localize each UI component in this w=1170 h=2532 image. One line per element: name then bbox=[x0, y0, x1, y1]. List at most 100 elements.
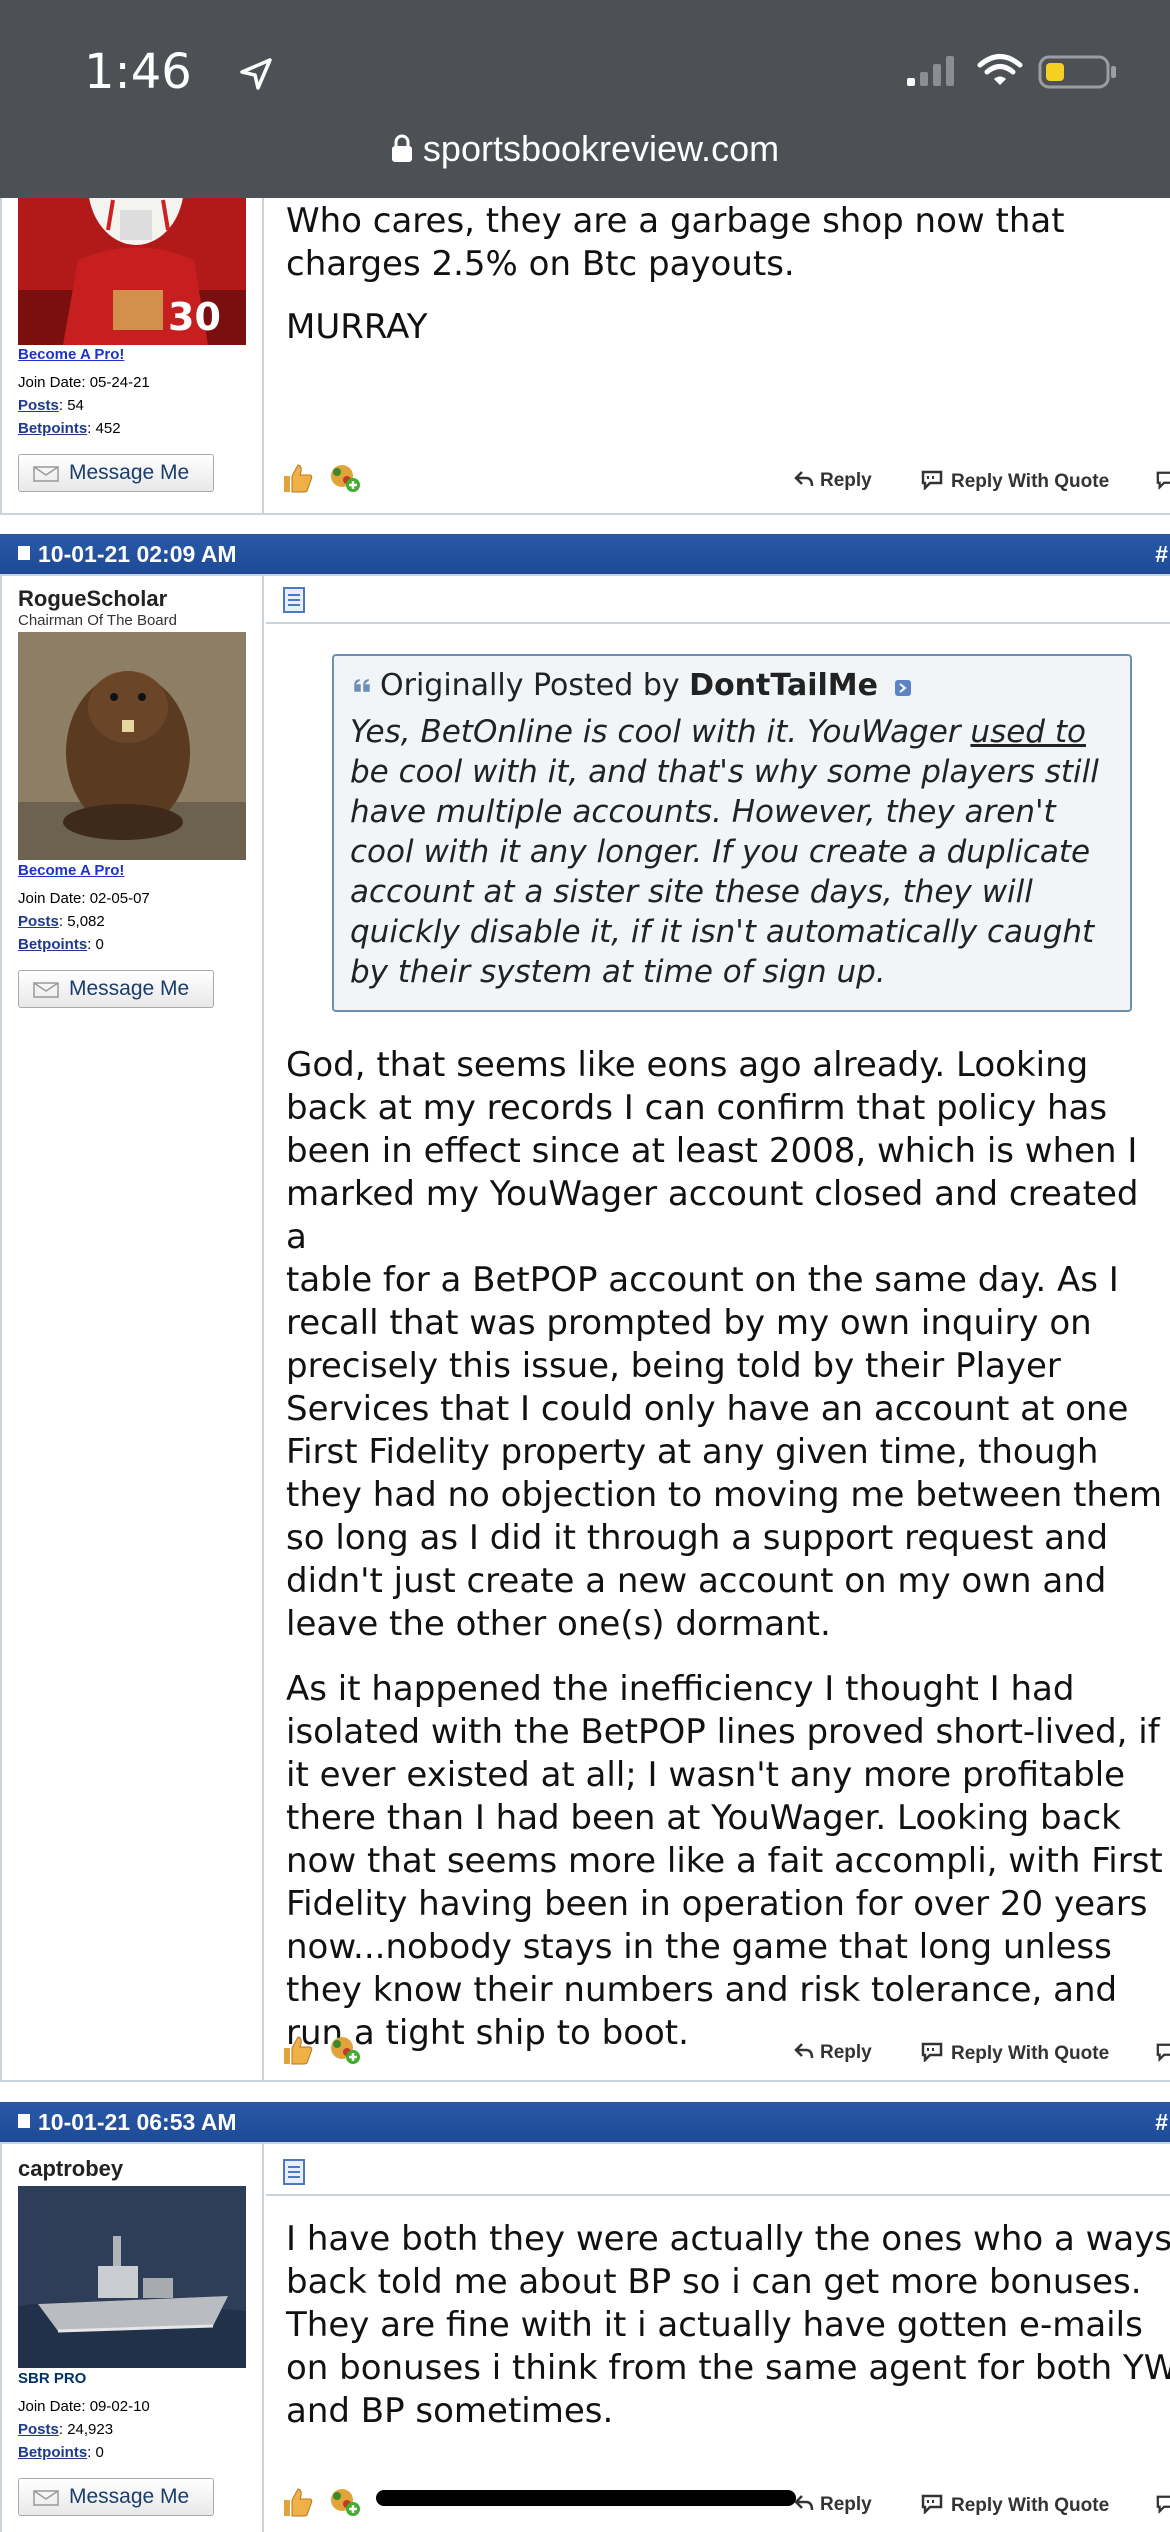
battery-icon bbox=[1038, 55, 1116, 89]
message-me-button[interactable]: Message Me bbox=[18, 2478, 214, 2516]
reputation-icon[interactable] bbox=[328, 2486, 364, 2518]
quote-link[interactable]: used to bbox=[970, 714, 1086, 750]
reply-arrow-icon bbox=[794, 2043, 814, 2059]
quote-bubble-icon[interactable] bbox=[1156, 2494, 1170, 2514]
body-line: They are fine with it i actually have go… bbox=[286, 2305, 1143, 2345]
user-info: Join Date: 02-05-07 Posts: 5,082 Betpoin… bbox=[18, 887, 150, 956]
body-line: I have both they were actually the ones … bbox=[286, 2219, 1170, 2259]
quote-prefix: Originally Posted by bbox=[380, 668, 680, 703]
body-line: now that seems more like a fait accompli… bbox=[286, 1841, 1163, 1881]
thumbs-up-icon[interactable] bbox=[280, 462, 314, 494]
betpoints-link[interactable]: Betpoints bbox=[18, 936, 87, 953]
join-date: Join Date: 09-02-10 bbox=[18, 2398, 150, 2415]
reply-arrow-icon bbox=[794, 2495, 814, 2511]
address-bar[interactable]: sportsbookreview.com bbox=[0, 128, 1170, 170]
quoted-author[interactable]: DontTailMe bbox=[689, 668, 878, 703]
divider bbox=[266, 622, 1170, 624]
document-icon bbox=[283, 2159, 305, 2185]
home-indicator[interactable] bbox=[376, 2490, 796, 2506]
quote-header: Originally Posted by DontTailMe bbox=[352, 668, 912, 703]
body-line: Fidelity having been in operation for ov… bbox=[286, 1884, 1148, 1924]
message-me-label: Message Me bbox=[69, 977, 190, 1000]
reply-quote-label: Reply With Quote bbox=[951, 2043, 1110, 2064]
divider bbox=[0, 513, 1170, 515]
quote-line: Yes, BetOnline is cool with it. YouWager bbox=[350, 714, 971, 750]
body-line: and BP sometimes. bbox=[286, 2391, 614, 2431]
body-line: on bonuses i think from the same agent f… bbox=[286, 2348, 1170, 2388]
divider bbox=[0, 2080, 1170, 2082]
reputation-icon[interactable] bbox=[328, 462, 364, 494]
betpoints-link[interactable]: Betpoints bbox=[18, 2444, 87, 2461]
body-line: Services that I could only have an accou… bbox=[286, 1389, 1129, 1429]
post-content: I have both they were actually the ones … bbox=[266, 2144, 1170, 2532]
quote-marks-icon bbox=[354, 679, 370, 692]
reply-with-quote-button[interactable]: Reply With Quote bbox=[921, 2042, 1109, 2065]
body-line: back told me about BP so i can get more … bbox=[286, 2262, 1142, 2302]
quote-line: by their system at time of sign up. bbox=[350, 954, 886, 990]
user-info: Join Date: 09-02-10 Posts: 24,923 Betpoi… bbox=[18, 2395, 150, 2464]
reply-with-quote-button[interactable]: Reply With Quote bbox=[921, 470, 1109, 493]
body-line: Who cares, they are a garbage shop now t… bbox=[286, 201, 1065, 241]
envelope-icon bbox=[33, 466, 59, 482]
url-text: sportsbookreview.com bbox=[422, 128, 780, 169]
quote-line: quickly disable it, if it isn't automati… bbox=[350, 914, 1095, 950]
view-post-icon[interactable] bbox=[894, 679, 912, 697]
betpoints-link[interactable]: Betpoints bbox=[18, 420, 87, 437]
username[interactable]: RogueScholar bbox=[18, 586, 167, 612]
post-status-icon bbox=[18, 2114, 30, 2128]
body-line: didn't just create a new account on my o… bbox=[286, 1561, 1107, 1601]
body-line: isolated with the BetPOP lines proved sh… bbox=[286, 1712, 1160, 1752]
reply-button[interactable]: Reply bbox=[794, 2042, 872, 2064]
reply-button[interactable]: Reply bbox=[794, 2494, 872, 2516]
message-me-button[interactable]: Message Me bbox=[18, 970, 214, 1008]
posts-link[interactable]: Posts bbox=[18, 397, 59, 414]
post-body: I have both they were actually the ones … bbox=[286, 2218, 1170, 2433]
reply-button[interactable]: Reply bbox=[794, 470, 872, 492]
post-permalink[interactable]: # bbox=[1155, 541, 1168, 568]
body-line: charges 2.5% on Btc payouts. bbox=[286, 244, 795, 284]
body-line: precisely this issue, being told by thei… bbox=[286, 1346, 1061, 1386]
thumbs-up-icon[interactable] bbox=[280, 2486, 314, 2518]
post-content: Originally Posted by DontTailMe Yes, Bet… bbox=[266, 576, 1170, 2080]
body-line: they had no objection to moving me betwe… bbox=[286, 1475, 1162, 1515]
signature: MURRAY bbox=[286, 307, 428, 347]
body-line: marked my YouWager account closed and cr… bbox=[286, 1174, 1139, 1257]
reply-label: Reply bbox=[820, 2494, 872, 2515]
reply-arrow-icon bbox=[794, 471, 814, 487]
body-line: First Fidelity property at any given tim… bbox=[286, 1432, 1099, 1472]
wifi-icon bbox=[977, 54, 1023, 85]
become-pro-link[interactable]: Become A Pro! bbox=[18, 862, 124, 879]
post-actions: Reply Reply With Quote bbox=[266, 462, 1170, 502]
quote-line: have multiple accounts. However, they ar… bbox=[350, 794, 1056, 830]
posts-link[interactable]: Posts bbox=[18, 913, 59, 930]
quote-bubble-icon bbox=[921, 2042, 943, 2064]
become-pro-link[interactable]: Become A Pro! bbox=[18, 346, 124, 363]
quote-bubble-icon[interactable] bbox=[1156, 2042, 1170, 2062]
thumbs-up-icon[interactable] bbox=[280, 2034, 314, 2066]
post-user-sidebar: RogueScholar Chairman Of The Board Becom… bbox=[0, 576, 264, 2080]
quote-bubble-icon[interactable] bbox=[1156, 470, 1170, 490]
post-header: 10-01-21 02:09 AM # bbox=[0, 534, 1170, 574]
message-me-button[interactable]: Message Me bbox=[18, 454, 214, 492]
divider bbox=[266, 2194, 1170, 2196]
reputation-icon[interactable] bbox=[328, 2034, 364, 2066]
avatar[interactable] bbox=[18, 2186, 246, 2368]
user-info: Join Date: 05-24-21 Posts: 54 Betpoints:… bbox=[18, 371, 150, 440]
reply-quote-label: Reply With Quote bbox=[951, 2495, 1110, 2516]
post-datetime: 10-01-21 06:53 AM bbox=[38, 2109, 237, 2135]
reply-with-quote-button[interactable]: Reply With Quote bbox=[921, 2494, 1109, 2517]
body-line: there than I had been at YouWager. Looki… bbox=[286, 1798, 1121, 1838]
message-me-label: Message Me bbox=[69, 2485, 190, 2508]
cellular-signal-icon bbox=[907, 56, 954, 86]
post-2: RogueScholar Chairman Of The Board Becom… bbox=[0, 576, 1170, 2080]
avatar[interactable] bbox=[18, 632, 246, 860]
body-line: now...nobody stays in the game that long… bbox=[286, 1927, 1112, 1967]
post-permalink[interactable]: # bbox=[1155, 2109, 1168, 2136]
post-3: captrobey SBR PRO Join Date: 09-02-10 Po… bbox=[0, 2144, 1170, 2532]
posts-link[interactable]: Posts bbox=[18, 2421, 59, 2438]
body-line: they know their numbers and risk toleran… bbox=[286, 1970, 1118, 2010]
post-actions: Reply Reply With Quote bbox=[266, 2034, 1170, 2074]
quote-line: account at a sister site these days, the… bbox=[350, 874, 1033, 910]
username[interactable]: captrobey bbox=[18, 2156, 123, 2182]
post-datetime: 10-01-21 02:09 AM bbox=[38, 541, 237, 567]
